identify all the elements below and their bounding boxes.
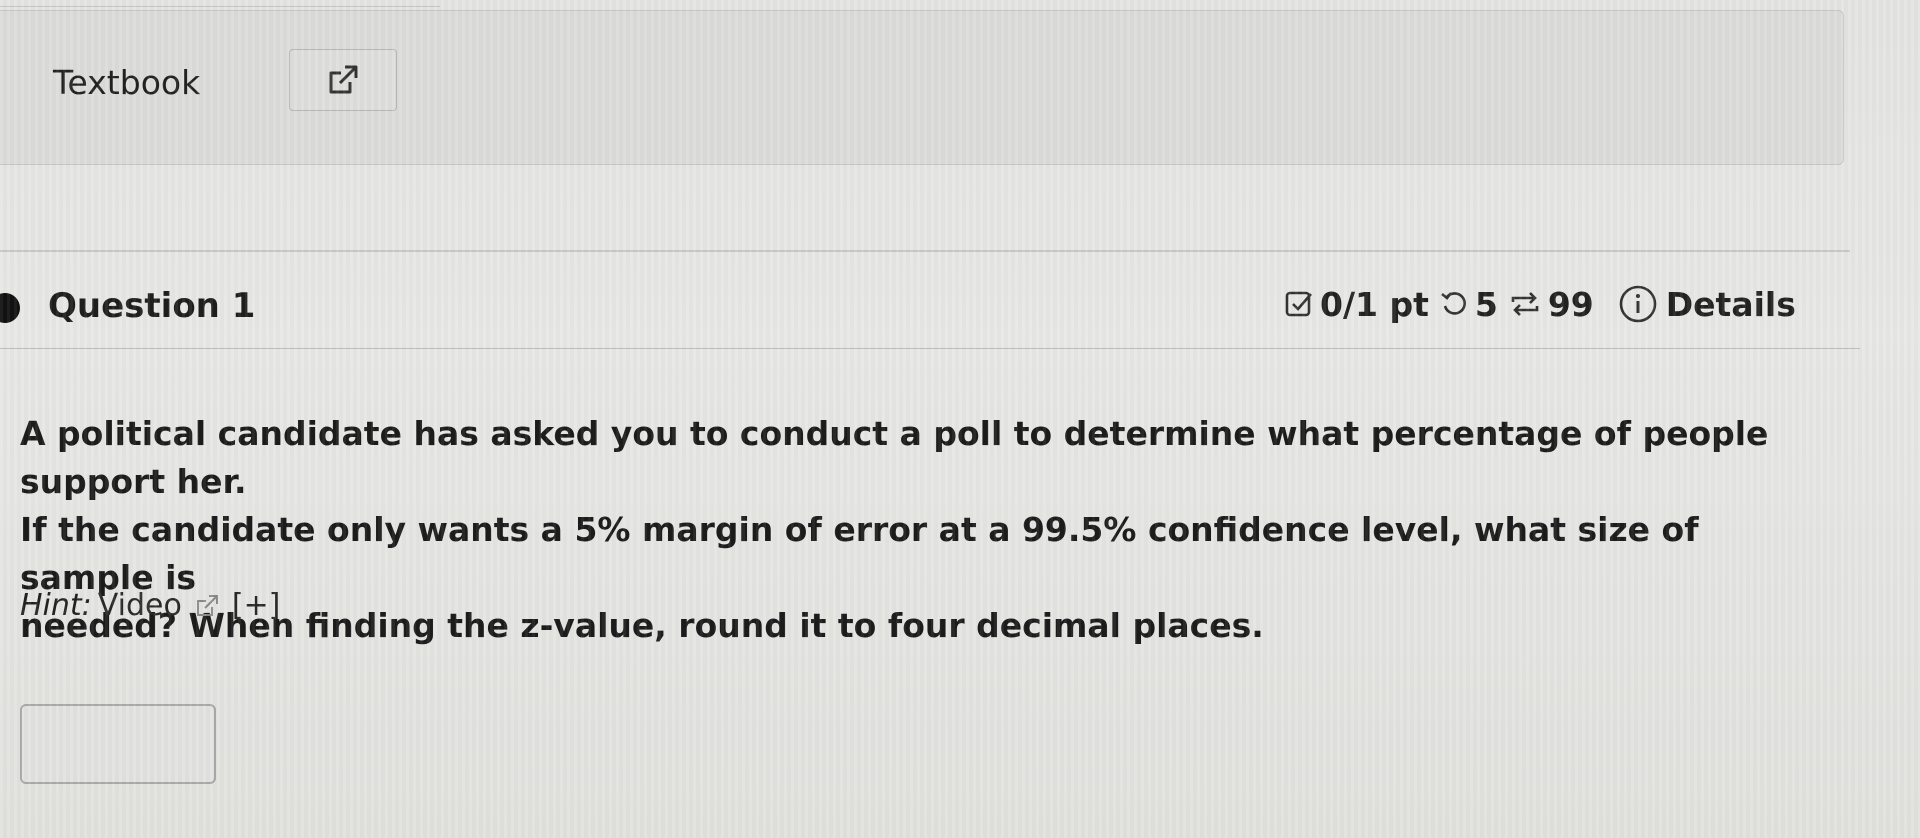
- retries-value: 5: [1474, 284, 1498, 324]
- question-meta: 0/1 pt 5 99 Details: [1284, 282, 1796, 326]
- question-title: Question 1: [48, 286, 256, 326]
- question-status-dot: [0, 293, 20, 323]
- textbook-open-button[interactable]: [289, 49, 397, 111]
- question-divider: [0, 348, 1860, 349]
- section-divider: [0, 250, 1850, 252]
- details-label: Details: [1665, 284, 1796, 324]
- hint-label: Hint:: [20, 588, 92, 623]
- points-value: 0/1 pt: [1320, 284, 1429, 324]
- retries-indicator: 5: [1439, 285, 1498, 324]
- external-link-icon: [329, 65, 358, 94]
- top-rule: [0, 6, 440, 7]
- textbook-label: Textbook: [53, 63, 201, 102]
- repeat-icon: [1511, 292, 1539, 316]
- details-button[interactable]: Details: [1618, 284, 1796, 324]
- points-indicator: 0/1 pt: [1284, 285, 1429, 324]
- undo-icon: [1441, 292, 1466, 315]
- question-line: needed? When finding the z-value, round …: [20, 606, 1264, 645]
- hint-video-link[interactable]: Video: [98, 588, 182, 623]
- answer-input[interactable]: [20, 704, 216, 784]
- info-icon: [1619, 285, 1657, 323]
- question-line: If the candidate only wants a 5% margin …: [20, 510, 1699, 597]
- checkbox-edit-icon: [1285, 291, 1312, 317]
- hint-row: Hint: Video [+]: [20, 588, 280, 623]
- hint-expand-toggle[interactable]: [+]: [232, 588, 281, 623]
- external-link-icon[interactable]: [194, 593, 220, 619]
- question-line: A political candidate has asked you to c…: [20, 414, 1769, 501]
- submissions-value: 99: [1547, 284, 1594, 324]
- question-text: A political candidate has asked you to c…: [20, 410, 1840, 650]
- textbook-panel: Textbook: [0, 10, 1844, 165]
- submissions-indicator: 99: [1508, 285, 1594, 324]
